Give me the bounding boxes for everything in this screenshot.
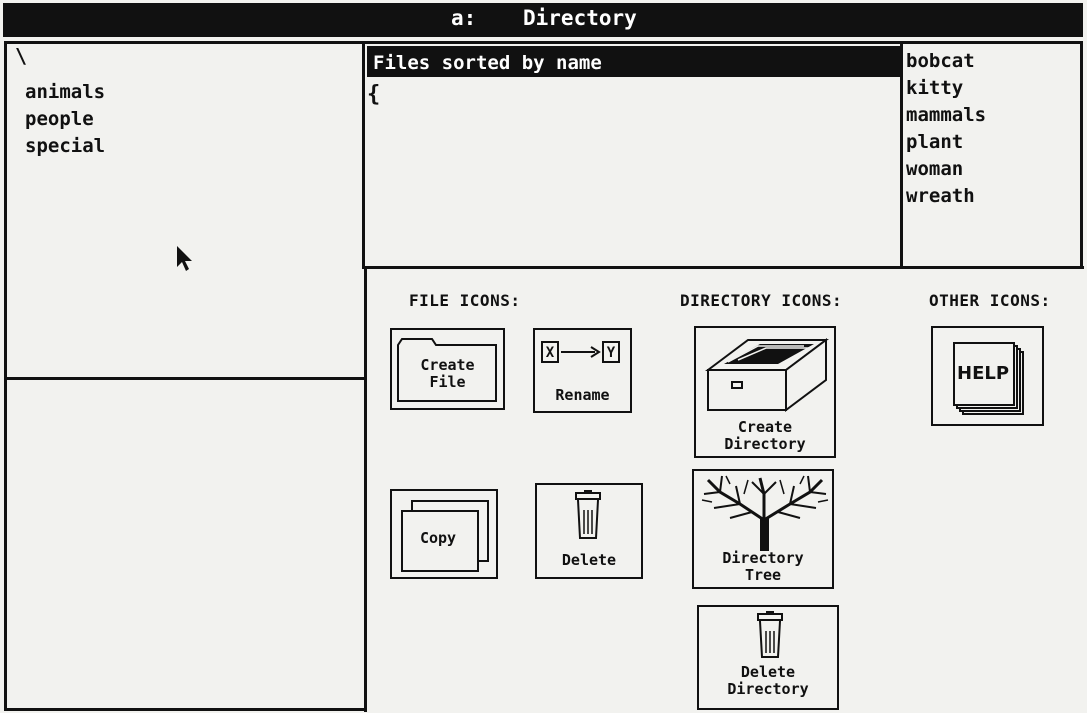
file-pane[interactable]: Files sorted by name { bbox=[362, 41, 903, 269]
rename-label: Rename bbox=[555, 386, 610, 404]
help-button[interactable]: HELP bbox=[931, 326, 1044, 426]
delete-directory-label-2: Directory bbox=[727, 680, 809, 698]
tree-item[interactable]: animals bbox=[25, 79, 105, 106]
rename-button[interactable]: X Y Rename bbox=[533, 328, 632, 413]
trash-can-icon bbox=[575, 490, 601, 539]
file-cabinet-drawer-icon bbox=[705, 338, 829, 412]
trash-can-icon bbox=[757, 611, 783, 658]
delete-button[interactable]: Delete bbox=[535, 483, 643, 579]
sort-status-bar[interactable]: Files sorted by name bbox=[367, 46, 900, 77]
delete-directory-button[interactable]: Delete Directory bbox=[697, 605, 839, 710]
file-item[interactable]: kitty bbox=[906, 75, 986, 102]
mouse-pointer-icon bbox=[177, 246, 192, 271]
icon-palette: FILE ICONS: DIRECTORY ICONS: OTHER ICONS… bbox=[364, 266, 1084, 712]
tree-list: animals people special bbox=[25, 79, 105, 160]
create-directory-label-1: Create bbox=[737, 418, 793, 436]
create-file-label-1: Create bbox=[420, 356, 475, 374]
copy-button[interactable]: Copy bbox=[390, 489, 498, 579]
drive-label: a: bbox=[451, 6, 477, 30]
create-file-button[interactable]: Create File bbox=[390, 328, 505, 410]
tree-item[interactable]: people bbox=[25, 106, 105, 133]
title-bar[interactable]: a: Directory bbox=[3, 3, 1083, 37]
directory-tree-pane[interactable]: \ animals people special bbox=[4, 41, 366, 380]
rename-to-box: Y bbox=[602, 341, 620, 363]
help-label: HELP bbox=[957, 363, 1010, 384]
file-item[interactable]: bobcat bbox=[906, 48, 986, 75]
create-directory-label-2: Directory bbox=[724, 435, 806, 453]
file-icons-header: FILE ICONS: bbox=[409, 291, 521, 310]
file-item[interactable]: mammals bbox=[906, 102, 986, 129]
directory-icons-header: DIRECTORY ICONS: bbox=[680, 291, 843, 310]
copy-label: Copy bbox=[419, 529, 457, 547]
delete-label: Delete bbox=[561, 551, 617, 569]
rename-from-box: X bbox=[541, 341, 559, 363]
file-item[interactable]: wreath bbox=[906, 183, 986, 210]
lower-left-pane bbox=[4, 377, 366, 711]
file-list: bobcat kitty mammals plant woman wreath bbox=[906, 48, 986, 210]
tree-icon bbox=[701, 475, 829, 551]
other-icons-header: OTHER ICONS: bbox=[929, 291, 1051, 310]
file-item[interactable]: plant bbox=[906, 129, 986, 156]
window-title: Directory bbox=[523, 6, 637, 30]
directory-tree-label-2: Tree bbox=[744, 566, 782, 584]
tree-item[interactable]: special bbox=[25, 133, 105, 160]
tree-root-glyph: \ bbox=[15, 44, 28, 68]
delete-directory-label-1: Delete bbox=[740, 663, 796, 681]
directory-tree-button[interactable]: Directory Tree bbox=[692, 469, 834, 589]
create-directory-button[interactable]: Create Directory bbox=[694, 326, 836, 458]
create-file-label-2: File bbox=[429, 373, 466, 391]
directory-tree-label-1: Directory bbox=[722, 549, 804, 567]
file-item[interactable]: woman bbox=[906, 156, 986, 183]
text-cursor: { bbox=[367, 82, 381, 107]
file-list-pane[interactable]: bobcat kitty mammals plant woman wreath bbox=[900, 41, 1083, 269]
arrow-right-icon bbox=[561, 346, 601, 358]
